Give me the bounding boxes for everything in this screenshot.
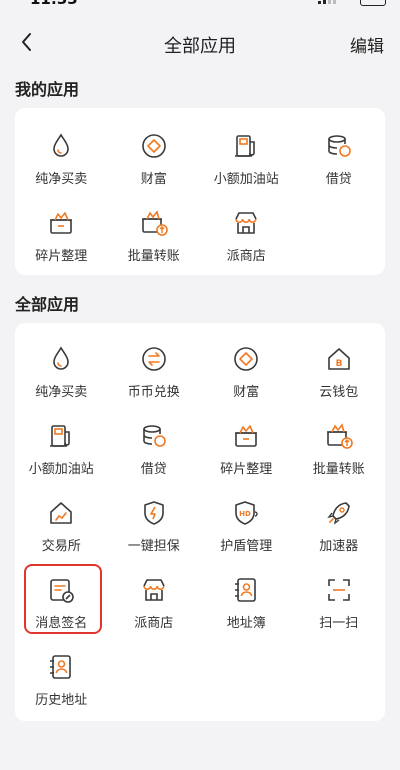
fuel-pump-icon — [235, 135, 256, 157]
app-item-address-book[interactable]: 地址簿 — [200, 558, 293, 635]
app-item-shield-hd[interactable]: HD 护盾管理 — [200, 481, 293, 558]
app-item-label: 财富 — [140, 172, 167, 187]
app-item-label: 纯净买卖 — [35, 172, 88, 187]
store-icon — [142, 579, 165, 601]
app-item-label: 加速器 — [319, 539, 359, 554]
rocket-icon — [327, 502, 350, 525]
app-item-droplet[interactable]: 纯净买卖 — [15, 327, 108, 404]
app-item-label: 借贷 — [325, 172, 352, 187]
app-item-scan[interactable]: 扫一扫 — [293, 558, 386, 635]
all-apps-card: 纯净买卖 币币兑换 财富 B 云钱包小额加油站 借贷 碎片整理 批量转账交易所 一键担保 HD 护盾… — [15, 323, 385, 721]
app-item-label: 碎片整理 — [220, 462, 273, 477]
diamond-coin-icon — [234, 347, 259, 371]
address-book-icon — [235, 578, 257, 602]
app-item-label: 派商店 — [134, 616, 174, 631]
app-item-fuel-pump[interactable]: 小额加油站 — [200, 114, 293, 191]
store-icon — [235, 212, 257, 234]
page-title: 全部应用 — [164, 36, 236, 57]
app-item-swap[interactable]: 币币兑换 — [108, 327, 201, 404]
app-item-batch-transfer[interactable]: 批量转账 — [293, 404, 386, 481]
coin-stack-icon — [142, 425, 166, 447]
my-apps-title: 我的应用 — [15, 80, 80, 99]
scan-icon — [327, 579, 350, 601]
app-item-coin-stack[interactable]: 借贷 — [293, 114, 386, 191]
app-item-basket[interactable]: 碎片整理 — [200, 404, 293, 481]
app-item-label: 派商店 — [226, 249, 266, 264]
my-apps-card: 纯净买卖 财富 小额加油站 借贷碎片整理 批量转账 派商店 — [15, 108, 385, 275]
status-bar: 11:33 — [0, 0, 400, 12]
app-item-label: 一键担保 — [127, 539, 180, 554]
app-item-droplet[interactable]: 纯净买卖 — [15, 114, 108, 191]
app-item-diamond-coin[interactable]: 财富 — [108, 114, 201, 191]
app-item-label: 借贷 — [140, 462, 167, 477]
message-sign-icon — [50, 579, 75, 603]
diamond-coin-icon — [141, 134, 166, 158]
app-item-store[interactable]: 派商店 — [200, 191, 293, 268]
app-item-message-sign[interactable]: 消息签名 — [15, 558, 108, 635]
svg-text:HD: HD — [239, 510, 251, 518]
app-item-history-address[interactable]: 历史地址 — [15, 635, 108, 712]
app-item-label: 批量转账 — [127, 249, 180, 264]
history-address-icon — [50, 655, 72, 679]
edit-button[interactable]: 编辑 — [350, 32, 384, 57]
signal-icon — [318, 0, 336, 4]
batch-transfer-icon — [141, 210, 168, 236]
app-item-diamond-coin[interactable]: 财富 — [200, 327, 293, 404]
basket-icon — [50, 212, 73, 234]
app-item-label: 批量转账 — [312, 462, 365, 477]
status-time: 11:33 — [30, 0, 78, 8]
cloud-wallet-icon: B — [327, 348, 350, 370]
exchange-house-icon — [50, 502, 73, 524]
app-item-coin-stack[interactable]: 借贷 — [108, 404, 201, 481]
app-item-label: 小额加油站 — [213, 172, 279, 187]
app-item-exchange-house[interactable]: 交易所 — [15, 481, 108, 558]
droplet-icon — [53, 346, 70, 370]
app-item-rocket[interactable]: 加速器 — [293, 481, 386, 558]
app-item-label: 纯净买卖 — [35, 385, 88, 400]
app-item-shield-bolt[interactable]: 一键担保 — [108, 481, 201, 558]
app-item-label: 消息签名 — [35, 616, 88, 631]
app-item-store[interactable]: 派商店 — [108, 558, 201, 635]
app-item-basket[interactable]: 碎片整理 — [15, 191, 108, 268]
app-item-label: 小额加油站 — [28, 462, 94, 477]
droplet-icon — [53, 133, 70, 157]
svg-text:B: B — [335, 359, 342, 369]
app-item-label: 扫一扫 — [319, 616, 359, 631]
header: 全部应用 编辑 — [0, 20, 400, 68]
app-item-label: 历史地址 — [35, 693, 88, 708]
app-item-cloud-wallet[interactable]: B 云钱包 — [293, 327, 386, 404]
app-item-label: 地址簿 — [226, 616, 266, 631]
app-item-label: 护盾管理 — [220, 539, 273, 554]
app-item-label: 交易所 — [41, 539, 81, 554]
shield-bolt-icon — [143, 501, 164, 525]
my-apps-grid: 纯净买卖 财富 小额加油站 借贷碎片整理 批量转账 派商店 — [15, 108, 385, 268]
battery-icon — [360, 0, 386, 6]
fuel-pump-icon — [50, 425, 71, 447]
shield-hd-icon: HD — [235, 501, 258, 525]
basket-icon — [235, 425, 258, 447]
batch-transfer-icon — [326, 423, 353, 449]
all-apps-grid: 纯净买卖 币币兑换 财富 B 云钱包小额加油站 借贷 碎片整理 批量转账交易所 一键担保 HD 护盾… — [15, 323, 385, 712]
app-item-batch-transfer[interactable]: 批量转账 — [108, 191, 201, 268]
swap-icon — [141, 347, 166, 371]
all-apps-title: 全部应用 — [15, 295, 80, 314]
coin-stack-icon — [327, 135, 351, 157]
app-item-label: 云钱包 — [319, 385, 359, 400]
app-item-fuel-pump[interactable]: 小额加油站 — [15, 404, 108, 481]
app-item-label: 碎片整理 — [35, 249, 88, 264]
app-item-label: 币币兑换 — [127, 385, 180, 400]
app-item-label: 财富 — [233, 385, 260, 400]
